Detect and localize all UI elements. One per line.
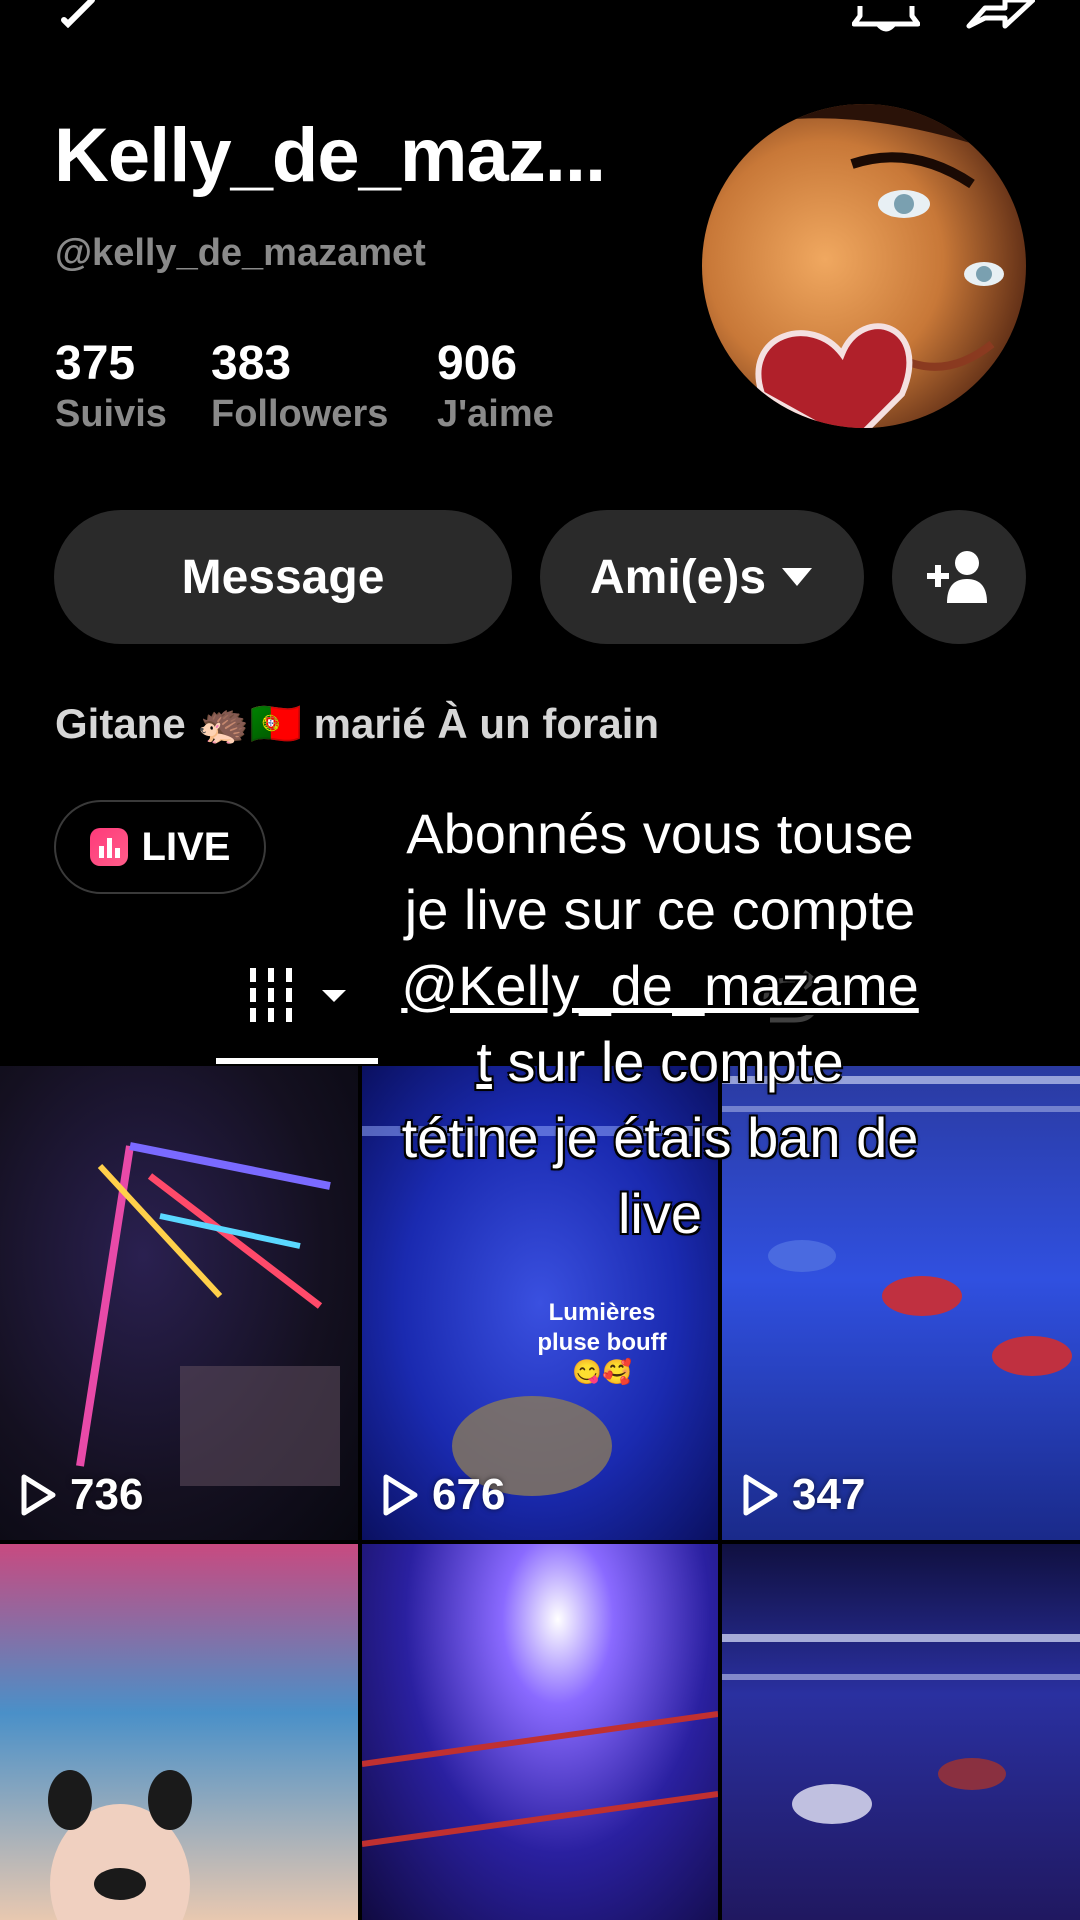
stat-followers[interactable]: 383 Followers — [211, 338, 388, 438]
video-views: 736 — [20, 1470, 143, 1520]
profile-bio: Gitane 🦔🇵🇹 marié À un forain — [55, 700, 660, 747]
stat-likes-label: J'aime — [437, 393, 554, 435]
video-text-overlay: Abonnés vous touse je live sur ce compte… — [360, 796, 960, 1252]
overlay-mention-tail: t — [476, 1030, 492, 1093]
avatar-portrait — [702, 104, 1026, 428]
video-tile[interactable] — [0, 1544, 358, 1920]
add-friend-button[interactable] — [892, 510, 1026, 644]
video-tile[interactable]: 736 — [0, 1066, 358, 1540]
stat-likes-value: 906 — [437, 337, 518, 390]
message-button[interactable]: Message — [54, 510, 512, 644]
video-thumbnail — [722, 1634, 1080, 1824]
avatar[interactable] — [702, 104, 1026, 428]
overlay-line: Abonnés vous touse — [406, 802, 914, 865]
profile-handle: @kelly_de_mazamet — [55, 232, 426, 274]
overlay-line: live — [617, 1182, 703, 1245]
video-thumbnail — [362, 1711, 718, 1847]
stat-followers-label: Followers — [211, 393, 389, 435]
stat-likes[interactable]: 906 J'aime — [437, 338, 554, 438]
live-label: LIVE — [141, 824, 231, 869]
video-tile[interactable] — [362, 1544, 718, 1920]
play-icon — [21, 1474, 56, 1516]
caret-down-icon — [782, 568, 813, 586]
video-views-count: 347 — [792, 1470, 866, 1519]
overlay-line: je live sur ce compte — [404, 878, 916, 941]
stat-following-value: 375 — [55, 337, 136, 390]
overlay-line-rest: sur le compte — [491, 1030, 844, 1093]
active-tab-indicator — [216, 1058, 378, 1064]
video-views-count: 736 — [70, 1470, 144, 1519]
add-user-icon — [927, 551, 987, 603]
grid-tab-icon[interactable] — [246, 968, 346, 1024]
overlay-mention: @Kelly_de_mazame — [360, 948, 960, 1024]
video-views-count: 676 — [432, 1470, 506, 1519]
share-icon[interactable] — [965, 0, 1035, 30]
friends-label: Ami(e)s — [589, 550, 767, 604]
video-thumbnail — [48, 1770, 192, 1920]
stat-following[interactable]: 375 Suivis — [55, 338, 167, 438]
live-badge[interactable]: LIVE — [54, 800, 266, 894]
overlay-mention-link: @Kelly_de_mazame — [401, 954, 919, 1017]
video-views: 347 — [742, 1470, 865, 1520]
video-views: 676 — [382, 1470, 505, 1520]
video-thumbnail — [76, 1142, 340, 1486]
play-icon — [383, 1474, 418, 1516]
video-tile[interactable] — [722, 1544, 1080, 1920]
video-caption: Lumières pluse bouff 😋🥰 — [537, 1299, 667, 1386]
overlay-line: tétine je étais ban de — [401, 1106, 919, 1169]
live-bars-icon — [89, 828, 128, 866]
bell-icon[interactable] — [852, 0, 920, 34]
stat-following-label: Suivis — [55, 393, 167, 435]
friends-dropdown-button[interactable]: Ami(e)s — [540, 510, 864, 644]
play-icon — [743, 1474, 778, 1516]
back-chevron-icon[interactable] — [58, 0, 98, 28]
profile-display-name: Kelly_de_maz... — [54, 113, 606, 198]
stat-followers-value: 383 — [211, 337, 292, 390]
overlay-line: t sur le compte — [360, 1024, 960, 1100]
